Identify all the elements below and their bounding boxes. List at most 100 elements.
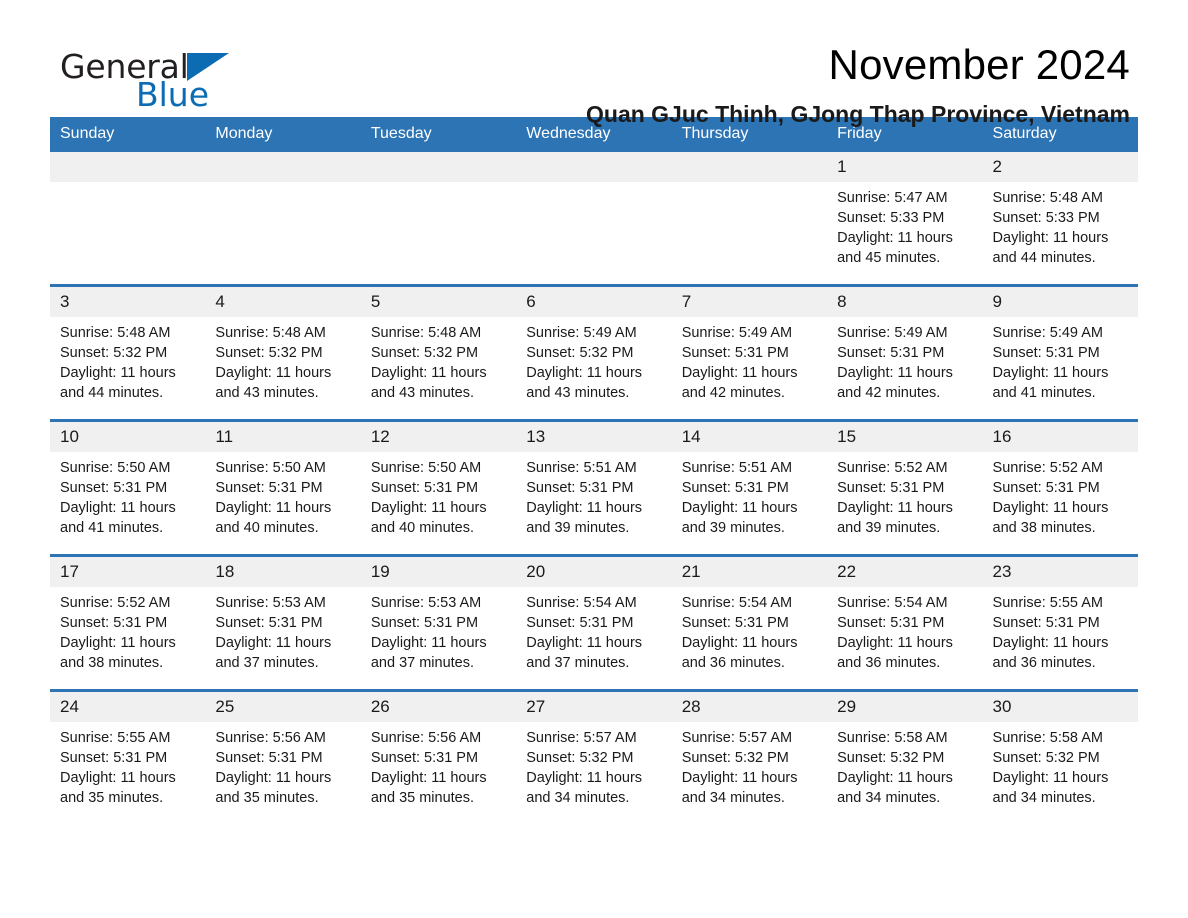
day-details: Sunrise: 5:49 AM Sunset: 5:32 PM Daylight:… — [516, 317, 671, 403]
calendar-day-cell[interactable]: 14 Sunrise: 5:51 AM Sunset: 5:31 PM Dayligh… — [671, 419, 828, 556]
sunrise-text: Sunrise: 5:54 AM — [526, 595, 637, 611]
sunrise-text: Sunrise: 5:58 AM — [837, 730, 948, 746]
daylight-text: Daylight: 11 hours and 35 minutes. — [370, 770, 487, 806]
sunrise-text: Sunrise: 5:54 AM — [681, 595, 793, 611]
daylight-text: Daylight: 11 hours and 41 minutes. — [992, 365, 1109, 401]
day-details: Sunrise: 5:51 AM Sunset: 5:31 PM Daylight:… — [672, 452, 827, 538]
day-details: Sunrise: 5:52 AM Sunset: 5:31 PM Daylight:… — [827, 452, 982, 538]
calendar-day-cell[interactable]: 15 Sunrise: 5:52 AM Sunset: 5:31 PM Dayligh… — [827, 419, 983, 556]
daylight-text: Daylight: 11 hours and 34 minutes. — [837, 770, 953, 806]
day-number: 22 — [827, 557, 983, 587]
calendar-day-cell[interactable]: 17 Sunrise: 5:52 AM Sunset: 5:31 PM Dayligh… — [50, 554, 206, 691]
sunrise-text: Sunrise: 5:48 AM — [60, 325, 171, 341]
brand-logo[interactable]: General Blue — [60, 48, 360, 120]
calendar-day-cell[interactable]: 7 Sunrise: 5:49 AM Sunset: 5:31 PM Daylight… — [671, 284, 828, 421]
calendar-day-cell[interactable]: 3 Sunrise: 5:48 AM Sunset: 5:32 PM Daylight… — [50, 284, 206, 421]
sunset-text: Sunset: 5:32 PM — [837, 750, 945, 766]
brand-logo-top: General — [60, 48, 360, 86]
sunset-text: Sunset: 5:31 PM — [992, 480, 1100, 496]
sunset-text: Sunset: 5:32 PM — [681, 750, 789, 766]
sunrise-text: Sunrise: 5:49 AM — [526, 325, 637, 341]
day-details: Sunrise: 5:50 AM Sunset: 5:31 PM Daylight:… — [361, 452, 516, 538]
calendar-day-cell[interactable]: 16 Sunrise: 5:52 AM Sunset: 5:31 PM Dayligh… — [982, 419, 1138, 556]
calendar-day-cell[interactable]: 10 Sunrise: 5:50 AM Sunset: 5:31 PM Dayligh… — [50, 419, 206, 556]
calendar-day-cell[interactable]: 27 Sunrise: 5:57 AM Sunset: 5:32 PM Dayligh… — [516, 689, 672, 824]
calendar-day-cell[interactable]: 6 Sunrise: 5:49 AM Sunset: 5:32 PM Daylight… — [516, 284, 672, 421]
day-number: 16 — [982, 422, 1138, 452]
sunrise-text: Sunrise: 5:50 AM — [60, 460, 171, 476]
daylight-text: Daylight: 11 hours and 43 minutes. — [526, 365, 643, 401]
day-number: 28 — [671, 692, 828, 722]
calendar-day-cell-empty — [360, 152, 517, 286]
daylight-text: Daylight: 11 hours and 39 minutes. — [681, 500, 798, 536]
calendar-day-cell[interactable]: 18 Sunrise: 5:53 AM Sunset: 5:31 PM Dayligh… — [205, 554, 361, 691]
day-details: Sunrise: 5:56 AM Sunset: 5:31 PM Daylight:… — [361, 722, 516, 808]
location-subtitle: Quan GJuc Thinh, GJong Thap Province, Vi… — [586, 101, 1130, 127]
day-details: Sunrise: 5:58 AM Sunset: 5:32 PM Daylight:… — [983, 722, 1138, 808]
day-number: 2 — [982, 152, 1138, 182]
calendar-day-cell[interactable]: 11 Sunrise: 5:50 AM Sunset: 5:31 PM Dayligh… — [205, 419, 361, 556]
sunrise-text: Sunrise: 5:51 AM — [526, 460, 637, 476]
calendar-day-cell[interactable]: 2 Sunrise: 5:48 AM Sunset: 5:33 PM Daylight… — [982, 152, 1138, 286]
sunrise-text: Sunrise: 5:58 AM — [992, 730, 1103, 746]
sunset-text: Sunset: 5:33 PM — [992, 210, 1100, 226]
day-number: 30 — [982, 692, 1138, 722]
sunrise-text: Sunrise: 5:53 AM — [215, 595, 326, 611]
calendar-day-cell[interactable]: 13 Sunrise: 5:51 AM Sunset: 5:31 PM Dayligh… — [516, 419, 672, 556]
calendar-day-cell[interactable]: 5 Sunrise: 5:48 AM Sunset: 5:32 PM Daylight… — [360, 284, 517, 421]
day-details: Sunrise: 5:52 AM Sunset: 5:31 PM Daylight:… — [50, 587, 205, 673]
calendar-day-cell[interactable]: 26 Sunrise: 5:56 AM Sunset: 5:31 PM Dayligh… — [360, 689, 517, 824]
day-number: 11 — [205, 422, 361, 452]
daylight-text: Daylight: 11 hours and 34 minutes. — [526, 770, 643, 806]
day-number: 4 — [205, 287, 361, 317]
daylight-text: Daylight: 11 hours and 37 minutes. — [370, 635, 487, 671]
calendar-day-cell[interactable]: 1 Sunrise: 5:47 AM Sunset: 5:33 PM Daylight… — [827, 152, 983, 286]
sunset-text: Sunset: 5:31 PM — [370, 615, 479, 631]
calendar-day-cell[interactable]: 28 Sunrise: 5:57 AM Sunset: 5:32 PM Dayligh… — [671, 689, 828, 824]
daylight-text: Daylight: 11 hours and 44 minutes. — [60, 365, 176, 401]
daylight-text: Daylight: 11 hours and 42 minutes. — [837, 365, 953, 401]
day-details: Sunrise: 5:49 AM Sunset: 5:31 PM Daylight:… — [672, 317, 827, 403]
day-details: Sunrise: 5:52 AM Sunset: 5:31 PM Daylight:… — [983, 452, 1138, 538]
sunrise-text: Sunrise: 5:52 AM — [60, 595, 171, 611]
calendar-day-cell[interactable]: 12 Sunrise: 5:50 AM Sunset: 5:31 PM Dayligh… — [360, 419, 517, 556]
day-number: 20 — [516, 557, 672, 587]
sunrise-text: Sunrise: 5:48 AM — [215, 325, 326, 341]
sunrise-text: Sunrise: 5:48 AM — [370, 325, 482, 341]
day-details: Sunrise: 5:50 AM Sunset: 5:31 PM Daylight:… — [50, 452, 205, 538]
calendar-day-cell[interactable]: 9 Sunrise: 5:49 AM Sunset: 5:31 PM Daylight… — [982, 284, 1138, 421]
day-number: 25 — [205, 692, 361, 722]
day-details: Sunrise: 5:48 AM Sunset: 5:32 PM Daylight:… — [50, 317, 205, 403]
sunset-text: Sunset: 5:31 PM — [681, 615, 789, 631]
daylight-text: Daylight: 11 hours and 37 minutes. — [526, 635, 643, 671]
sunrise-text: Sunrise: 5:50 AM — [370, 460, 482, 476]
sunrise-text: Sunrise: 5:52 AM — [992, 460, 1103, 476]
sunrise-text: Sunrise: 5:57 AM — [526, 730, 637, 746]
calendar-day-cell[interactable]: 29 Sunrise: 5:58 AM Sunset: 5:32 PM Dayligh… — [827, 689, 983, 824]
sunset-text: Sunset: 5:31 PM — [526, 480, 634, 496]
sunset-text: Sunset: 5:31 PM — [837, 615, 945, 631]
calendar-day-cell[interactable]: 8 Sunrise: 5:49 AM Sunset: 5:31 PM Daylight… — [827, 284, 983, 421]
calendar-day-cell[interactable]: 22 Sunrise: 5:54 AM Sunset: 5:31 PM Dayligh… — [827, 554, 983, 691]
calendar-week-row: 24 Sunrise: 5:55 AM Sunset: 5:31 PM Dayligh… — [50, 689, 1138, 824]
calendar-day-cell[interactable]: 25 Sunrise: 5:56 AM Sunset: 5:31 PM Dayligh… — [205, 689, 361, 824]
calendar-day-cell[interactable]: 4 Sunrise: 5:48 AM Sunset: 5:32 PM Daylight… — [205, 284, 361, 421]
daylight-text: Daylight: 11 hours and 42 minutes. — [681, 365, 798, 401]
day-details: Sunrise: 5:48 AM Sunset: 5:32 PM Daylight:… — [361, 317, 516, 403]
calendar-day-cell[interactable]: 21 Sunrise: 5:54 AM Sunset: 5:31 PM Dayligh… — [671, 554, 828, 691]
day-number: 18 — [205, 557, 361, 587]
day-details: Sunrise: 5:51 AM Sunset: 5:31 PM Daylight:… — [516, 452, 671, 538]
calendar-day-cell[interactable]: 30 Sunrise: 5:58 AM Sunset: 5:32 PM Dayligh… — [982, 689, 1138, 824]
calendar-day-cell[interactable]: 24 Sunrise: 5:55 AM Sunset: 5:31 PM Dayligh… — [50, 689, 206, 824]
sunrise-text: Sunrise: 5:47 AM — [837, 190, 948, 206]
sunset-text: Sunset: 5:32 PM — [526, 750, 634, 766]
page-title: November 2024 — [828, 41, 1130, 88]
day-number: 27 — [516, 692, 672, 722]
calendar-day-cell[interactable]: 19 Sunrise: 5:53 AM Sunset: 5:31 PM Dayligh… — [360, 554, 517, 691]
sunset-text: Sunset: 5:32 PM — [370, 345, 479, 361]
day-details: Sunrise: 5:54 AM Sunset: 5:31 PM Daylight:… — [827, 587, 982, 673]
calendar-day-cell[interactable]: 20 Sunrise: 5:54 AM Sunset: 5:31 PM Dayligh… — [516, 554, 672, 691]
day-number — [50, 152, 206, 182]
calendar-day-cell[interactable]: 23 Sunrise: 5:55 AM Sunset: 5:31 PM Dayligh… — [982, 554, 1138, 691]
day-number: 9 — [982, 287, 1138, 317]
